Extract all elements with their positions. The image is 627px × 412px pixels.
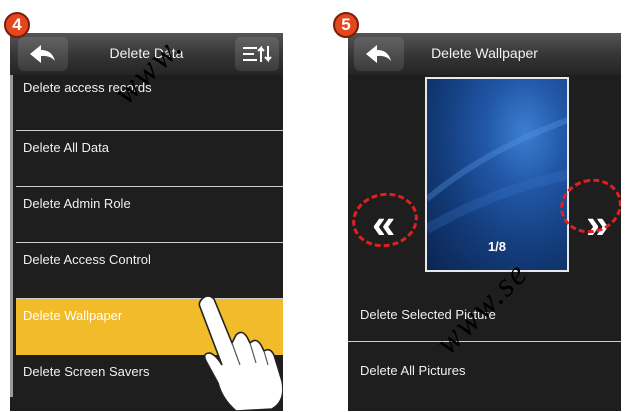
menu-item-label: Delete Access Control xyxy=(23,252,151,267)
menu-item-label: Delete Wallpaper xyxy=(23,308,123,323)
screen-title: Delete Wallpaper xyxy=(431,45,538,61)
hand-pointer-icon xyxy=(198,295,283,411)
menu-item-label: Delete All Data xyxy=(23,140,109,155)
prev-highlight-circle xyxy=(348,187,423,253)
scrollbar[interactable] xyxy=(10,75,13,397)
delete-all-pictures-button[interactable]: Delete All Pictures xyxy=(360,363,466,378)
step-number: 5 xyxy=(341,15,351,34)
sort-list-icon xyxy=(243,45,272,63)
step-badge-5: 5 xyxy=(333,12,359,38)
menu-item-delete-admin-role[interactable]: Delete Admin Role xyxy=(16,187,283,243)
delete-wallpaper-screen: Delete Wallpaper 1/8 « » Delete Selected… xyxy=(348,33,621,411)
step-badge-4: 4 xyxy=(4,12,30,38)
wallpaper-preview[interactable]: 1/8 xyxy=(425,77,569,272)
title-bar: Delete Wallpaper xyxy=(348,33,621,75)
picture-counter: 1/8 xyxy=(487,239,507,254)
menu-item-label: Delete Screen Savers xyxy=(23,364,150,379)
divider xyxy=(348,341,621,342)
sort-button[interactable] xyxy=(235,37,279,71)
menu-item-label: Delete Admin Role xyxy=(23,196,131,211)
step-number: 4 xyxy=(12,15,22,34)
menu-item-delete-all-data[interactable]: Delete All Data xyxy=(16,131,283,187)
